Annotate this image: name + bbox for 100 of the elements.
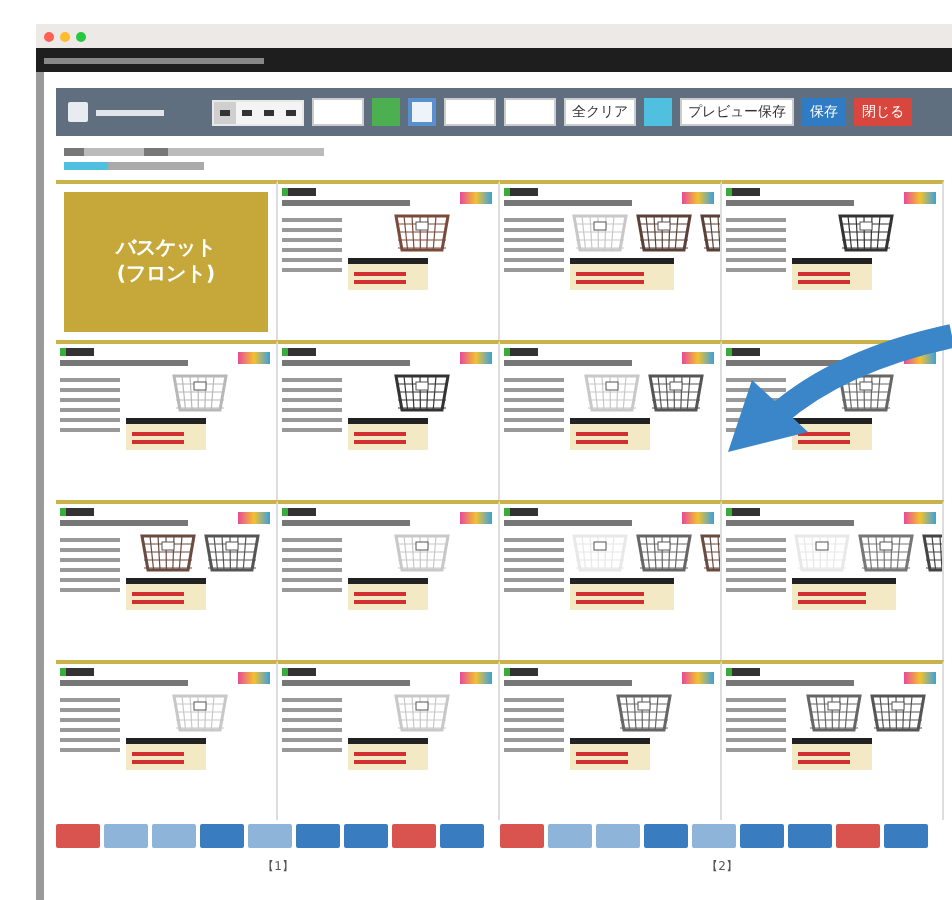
- description-text-drawing: [726, 538, 786, 592]
- price-box: [570, 418, 651, 450]
- product-title-drawing: [726, 200, 854, 206]
- item-number-tag: [282, 188, 316, 196]
- item-number-tag: [726, 668, 760, 676]
- action-button[interactable]: [296, 824, 340, 848]
- action-button[interactable]: [788, 824, 832, 848]
- product-title-drawing: [504, 680, 632, 686]
- action-button[interactable]: [884, 824, 928, 848]
- action-button[interactable]: [344, 824, 388, 848]
- action-button[interactable]: [596, 824, 640, 848]
- description-text-drawing: [726, 218, 786, 272]
- price-box: [126, 738, 207, 770]
- price-box: [126, 418, 207, 450]
- action-button[interactable]: [104, 824, 148, 848]
- description-text-drawing: [504, 698, 564, 752]
- description-text-drawing: [504, 538, 564, 592]
- action-button[interactable]: [152, 824, 196, 848]
- product-title-drawing: [60, 680, 188, 686]
- product-title-drawing: [282, 360, 410, 366]
- product-title-drawing: [504, 520, 632, 526]
- action-button[interactable]: [56, 824, 100, 848]
- product-title-drawing: [726, 680, 854, 686]
- brand-logo-icon: [460, 512, 492, 524]
- item-number-tag: [504, 188, 538, 196]
- item-number-tag: [726, 188, 760, 196]
- brand-logo-icon: [904, 192, 936, 204]
- action-button[interactable]: [200, 824, 244, 848]
- segment-button[interactable]: [236, 101, 258, 123]
- item-number-tag: [60, 348, 94, 356]
- product-title-drawing: [726, 520, 854, 526]
- layout-icon: [286, 109, 296, 115]
- action-button[interactable]: [500, 824, 544, 848]
- action-button[interactable]: [548, 824, 592, 848]
- brand-logo-icon: [238, 512, 270, 524]
- segment-button[interactable]: [280, 101, 302, 123]
- toolbar-button[interactable]: [408, 98, 436, 126]
- action-button[interactable]: [440, 824, 484, 848]
- item-number-tag: [504, 668, 538, 676]
- description-text-drawing: [282, 378, 342, 432]
- description-text-drawing: [60, 698, 120, 752]
- price-box: [348, 738, 429, 770]
- product-title-drawing: [504, 200, 632, 206]
- brand-logo-icon: [682, 352, 714, 364]
- price-box: [792, 578, 896, 610]
- action-button[interactable]: [692, 824, 736, 848]
- brand-logo-icon: [682, 672, 714, 684]
- description-text-drawing: [504, 378, 564, 432]
- product-title-drawing: [60, 360, 188, 366]
- price-box: [570, 738, 651, 770]
- filter-row-drawing: [64, 161, 204, 169]
- description-text-drawing: [282, 218, 342, 272]
- segment-button[interactable]: [214, 101, 236, 123]
- brand-logo-icon: [460, 672, 492, 684]
- price-box: [792, 738, 873, 770]
- price-box: [792, 418, 873, 450]
- price-box: [570, 258, 674, 290]
- brand-logo-icon: [904, 672, 936, 684]
- item-number-tag: [282, 348, 316, 356]
- item-number-tag: [282, 508, 316, 516]
- brand-logo-icon: [460, 192, 492, 204]
- price-box: [570, 578, 674, 610]
- category-title: バスケット (フロント): [116, 236, 216, 288]
- item-number-tag: [726, 348, 760, 356]
- arrow-icon: [728, 324, 952, 452]
- price-box: [348, 418, 429, 450]
- description-text-drawing: [726, 698, 786, 752]
- item-number-tag: [60, 668, 94, 676]
- description-text-drawing: [282, 698, 342, 752]
- price-box: [348, 258, 429, 290]
- description-text-drawing: [60, 538, 120, 592]
- toolbar-button[interactable]: [312, 98, 364, 126]
- brand-logo-icon: [460, 352, 492, 364]
- brand-logo-icon: [238, 352, 270, 364]
- layout-icon: [220, 109, 230, 115]
- address-bar[interactable]: [36, 48, 952, 72]
- product-title-drawing: [282, 200, 410, 206]
- action-button[interactable]: [836, 824, 880, 848]
- price-box: [348, 578, 429, 610]
- action-button[interactable]: [644, 824, 688, 848]
- action-button[interactable]: [248, 824, 292, 848]
- layout-icon: [242, 109, 252, 115]
- item-number-tag: [504, 508, 538, 516]
- description-text-drawing: [282, 538, 342, 592]
- price-box: [792, 258, 873, 290]
- description-text-drawing: [504, 218, 564, 272]
- action-button[interactable]: [740, 824, 784, 848]
- product-title-drawing: [282, 520, 410, 526]
- description-text-drawing: [60, 378, 120, 432]
- item-number-tag: [504, 348, 538, 356]
- toolbar-button[interactable]: [504, 98, 556, 126]
- toolbar-button[interactable]: [444, 98, 496, 126]
- layout-icon: [264, 109, 274, 115]
- action-button[interactable]: [392, 824, 436, 848]
- product-title-drawing: [60, 520, 188, 526]
- brand-logo-icon: [682, 512, 714, 524]
- app-logo-icon: [68, 102, 88, 122]
- product-title-drawing: [504, 360, 632, 366]
- price-box: [126, 578, 207, 610]
- brand-logo-icon: [238, 672, 270, 684]
